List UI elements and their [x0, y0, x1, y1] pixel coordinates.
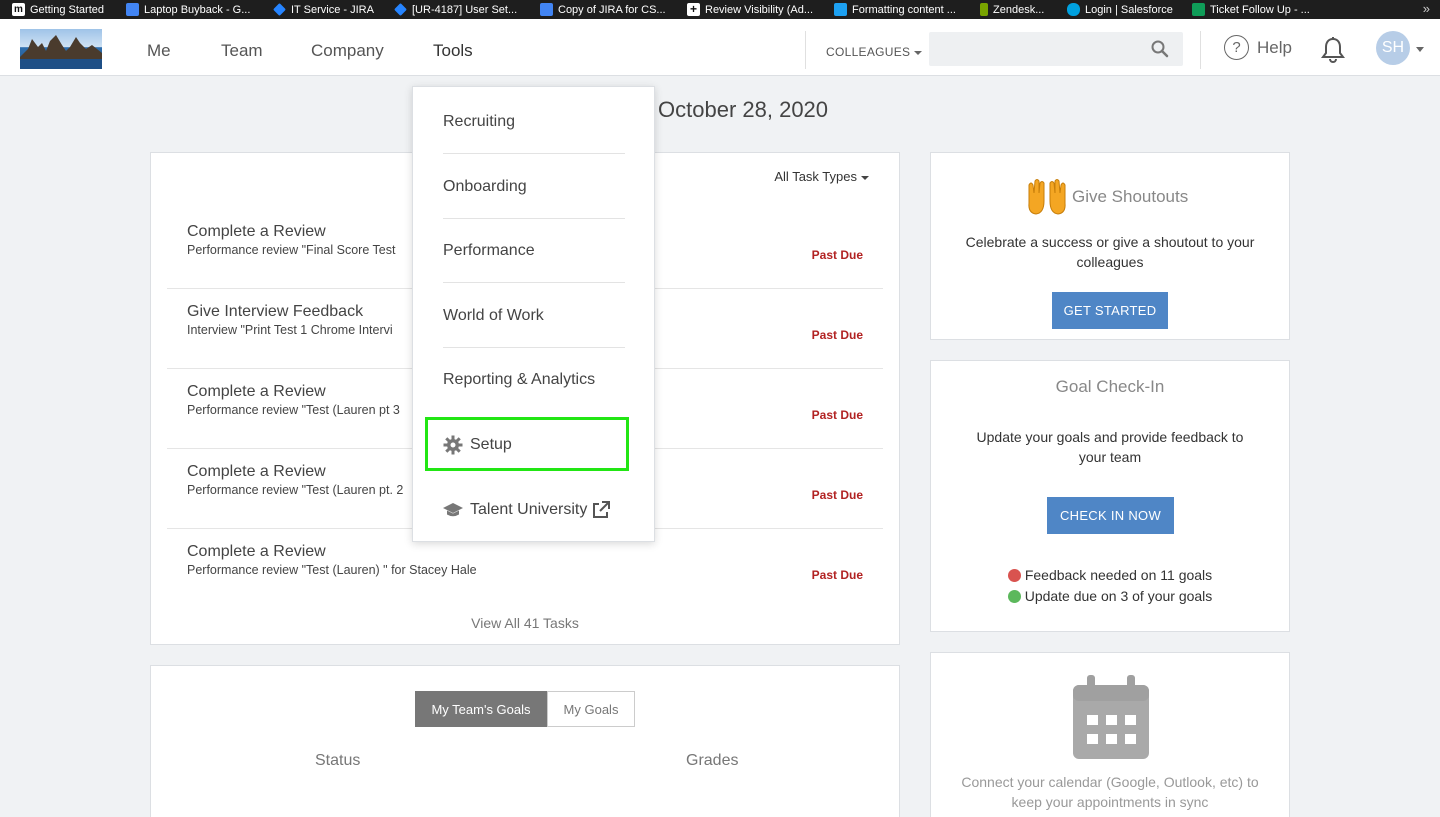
bookmark-ticket-follow-up[interactable]: Ticket Follow Up - ... — [1192, 0, 1310, 19]
nav-me[interactable]: Me — [147, 41, 171, 61]
bell-icon[interactable] — [1320, 36, 1346, 64]
task-types-dropdown[interactable]: All Task Types — [774, 169, 869, 184]
task-title: Complete a Review — [187, 543, 326, 560]
goal-checkin-title: Goal Check-In — [1055, 377, 1165, 396]
chevron-down-icon — [861, 175, 869, 180]
nav-divider — [805, 31, 806, 69]
top-nav: Me Team Company Tools COLLEAGUES ? Help … — [0, 19, 1440, 76]
menu-item-talent-university[interactable]: Talent University — [443, 478, 643, 542]
more-bookmarks-icon[interactable]: » — [1423, 0, 1430, 17]
task-title: Complete a Review — [187, 383, 326, 400]
colleagues-dropdown[interactable]: COLLEAGUES — [826, 45, 923, 59]
check-in-now-button[interactable]: CHECK IN NOW — [1047, 497, 1174, 534]
nav-tools[interactable]: Tools — [433, 41, 473, 61]
task-title: Give Interview Feedback — [187, 303, 364, 320]
grades-column-header: Grades — [686, 752, 739, 769]
status-column-header: Status — [315, 752, 361, 769]
bookmark-salesforce[interactable]: Login | Salesforce — [1067, 0, 1173, 19]
shoutouts-heading: Give Shoutouts — [1025, 177, 1188, 217]
company-logo[interactable] — [20, 29, 102, 69]
green-dot-icon — [1007, 590, 1021, 603]
task-title: Complete a Review — [187, 223, 326, 240]
calendar-icon — [1073, 675, 1149, 759]
nav-divider — [1200, 31, 1201, 69]
google-docs-icon — [540, 3, 553, 16]
view-all-tasks-link[interactable]: View All 41 Tasks — [151, 615, 899, 631]
search-icon[interactable] — [1151, 40, 1169, 58]
jira-icon — [273, 3, 286, 16]
menu-item-world-of-work[interactable]: World of Work — [443, 284, 625, 348]
bookmark-copy-of-jira[interactable]: Copy of JIRA for CS... — [540, 0, 666, 19]
jira-icon — [394, 3, 407, 16]
bookmark-ur-4187[interactable]: [UR-4187] User Set... — [394, 0, 517, 19]
menu-item-reporting-analytics[interactable]: Reporting & Analytics — [443, 348, 625, 412]
tab-my-goals[interactable]: My Goals — [547, 691, 635, 727]
task-subtitle: Performance review "Final Score Test — [187, 243, 396, 257]
plus-icon: + — [687, 3, 700, 16]
feedback-needed-status[interactable]: Feedback needed on 11 goals — [931, 567, 1289, 583]
shoutouts-description: Celebrate a success or give a shoutout t… — [965, 234, 1255, 270]
google-docs-icon — [126, 3, 139, 16]
question-icon: ? — [1224, 35, 1249, 60]
status-badge: Past Due — [811, 248, 863, 262]
help-link[interactable]: ? Help — [1224, 35, 1292, 60]
bookmark-formatting-content[interactable]: Formatting content ... — [834, 0, 956, 19]
chevron-down-icon[interactable] — [1416, 47, 1424, 52]
setup-highlight-box — [425, 417, 629, 471]
raised-hands-icon — [1028, 179, 1066, 215]
status-badge: Past Due — [811, 328, 863, 342]
task-subtitle: Performance review "Test (Lauren) " for … — [187, 563, 477, 577]
task-title: Complete a Review — [187, 463, 326, 480]
status-badge: Past Due — [811, 488, 863, 502]
external-link-icon — [593, 501, 611, 518]
tab-my-teams-goals[interactable]: My Team's Goals — [415, 691, 547, 727]
menu-item-performance[interactable]: Performance — [443, 219, 625, 283]
bookmark-it-service-jira[interactable]: IT Service - JIRA — [273, 0, 374, 19]
salesforce-cloud-icon — [1067, 3, 1080, 16]
bookmark-zendesk[interactable]: Zendesk... — [980, 0, 1044, 19]
tools-dropdown-menu: Recruiting Onboarding Performance World … — [412, 86, 655, 542]
search-input[interactable] — [929, 32, 1183, 66]
bookmark-getting-started[interactable]: m Getting Started — [12, 0, 104, 19]
shoutouts-card: Give Shoutouts Celebrate a success or gi… — [930, 152, 1290, 340]
avatar[interactable]: SH — [1376, 31, 1410, 65]
bookmarks-bar: m Getting Started Laptop Buyback - G... … — [0, 0, 1440, 19]
nav-team[interactable]: Team — [221, 41, 263, 61]
monday-icon: m — [12, 3, 25, 16]
red-dot-icon — [1007, 569, 1021, 582]
menu-item-recruiting[interactable]: Recruiting — [443, 90, 625, 154]
google-sheets-icon — [1192, 3, 1205, 16]
bookmark-review-visibility[interactable]: + Review Visibility (Ad... — [687, 0, 813, 19]
zendesk-icon — [980, 3, 988, 16]
calendar-card: Connect your calendar (Google, Outlook, … — [930, 652, 1290, 817]
gear-icon — [834, 3, 847, 16]
shoutouts-title: Give Shoutouts — [1072, 187, 1189, 206]
task-subtitle: Performance review "Test (Lauren pt. 2 — [187, 483, 404, 497]
chevron-down-icon — [914, 50, 923, 55]
rock-landscape-icon — [20, 35, 102, 69]
get-started-button[interactable]: GET STARTED — [1052, 292, 1168, 329]
task-subtitle: Interview "Print Test 1 Chrome Intervi — [187, 323, 393, 337]
graduation-cap-icon — [443, 503, 463, 517]
nav-company[interactable]: Company — [311, 41, 384, 61]
goal-checkin-description: Update your goals and provide feedback t… — [976, 429, 1244, 465]
goal-checkin-card: Goal Check-In Update your goals and prov… — [930, 360, 1290, 632]
status-badge: Past Due — [811, 568, 863, 582]
bookmark-laptop-buyback[interactable]: Laptop Buyback - G... — [126, 0, 250, 19]
update-due-status[interactable]: Update due on 3 of your goals — [931, 588, 1289, 604]
calendar-description: Connect your calendar (Google, Outlook, … — [961, 774, 1259, 810]
task-subtitle: Performance review "Test (Lauren pt 3 — [187, 403, 400, 417]
goals-card: My Team's Goals My Goals Status Grades — [150, 665, 900, 817]
status-badge: Past Due — [811, 408, 863, 422]
menu-item-onboarding[interactable]: Onboarding — [443, 155, 625, 219]
